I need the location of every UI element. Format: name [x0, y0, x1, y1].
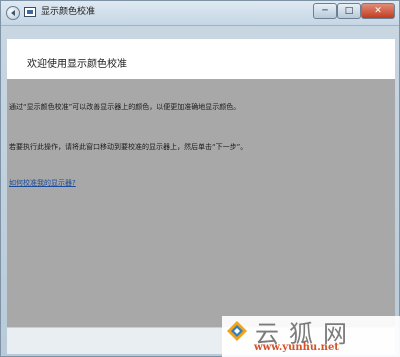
yunhu-logo-icon	[227, 321, 247, 341]
page-title: 欢迎使用显示颜色校准	[27, 59, 127, 70]
instruction-text: 若要执行此操作，请将此窗口移动到要校准的显示器上，然后单击“下一步”。	[9, 143, 248, 151]
window-title: 显示颜色校准	[41, 7, 96, 17]
title-bar[interactable]: 显示颜色校准 ─ □ ✕	[1, 1, 399, 26]
display-icon	[24, 7, 36, 17]
content-area	[7, 79, 395, 327]
minimize-button[interactable]: ─	[313, 3, 337, 19]
watermark-url: www.yunhu.net	[254, 342, 339, 353]
intro-text: 通过“显示颜色校准”可以改善显示器上的颜色，以便更加准确地显示颜色。	[9, 103, 241, 111]
help-link[interactable]: 如何校准我的显示器?	[9, 178, 76, 188]
back-button[interactable]	[6, 6, 20, 20]
color-calibration-window: 显示颜色校准 ─ □ ✕ 欢迎使用显示颜色校准 通过“显示颜色校准”可以改善显示…	[0, 0, 400, 357]
close-button[interactable]: ✕	[361, 3, 395, 19]
maximize-button[interactable]: □	[337, 3, 361, 19]
